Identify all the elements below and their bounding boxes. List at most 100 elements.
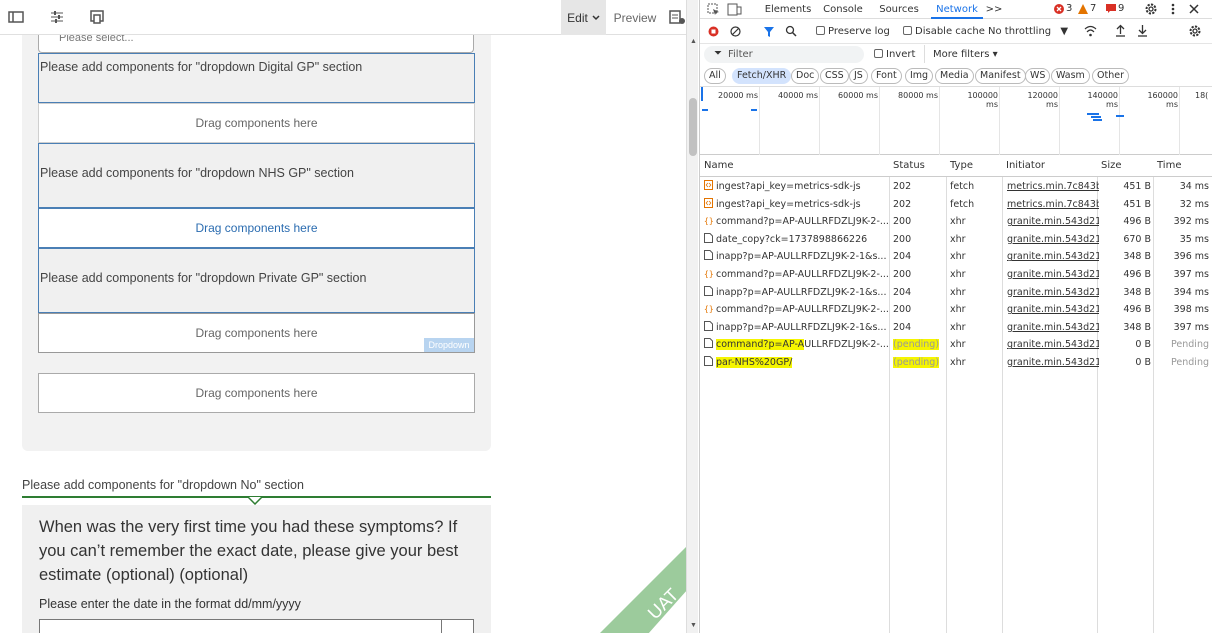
request-initiator[interactable]: granite.min.543d214: [1007, 213, 1099, 231]
filter-funnel-small-icon: ⏷: [714, 48, 722, 59]
request-initiator[interactable]: granite.min.543d214: [1007, 266, 1099, 284]
invert-toggle[interactable]: Invert: [874, 49, 915, 60]
filter-media[interactable]: Media: [935, 68, 974, 84]
table-row[interactable]: ingest?api_key=metrics-sdk-js 202 fetch met…: [700, 196, 1212, 214]
section-heading-private-gp[interactable]: Please add components for "dropdown Priv…: [38, 248, 475, 313]
filter-input[interactable]: ⏷ Filter: [704, 46, 864, 63]
tab-console[interactable]: Console: [818, 0, 868, 19]
filter-wasm[interactable]: Wasm: [1051, 68, 1090, 84]
tab-network[interactable]: Network: [931, 0, 983, 19]
clear-icon[interactable]: [730, 26, 741, 37]
scrollbar-thumb[interactable]: [689, 98, 697, 156]
section-heading-digital-gp[interactable]: Please add components for "dropdown Digi…: [38, 53, 475, 103]
properties-panel-icon[interactable]: [668, 8, 686, 26]
tab-elements[interactable]: Elements: [760, 0, 816, 19]
tab-sources[interactable]: Sources: [875, 0, 923, 19]
table-row[interactable]: {} command?p=AP-AULLRFDZLJ9K-2-... 200 xhr g…: [700, 301, 1212, 319]
column-header-time[interactable]: Time: [1153, 155, 1181, 177]
request-initiator[interactable]: granite.min.543d214: [1007, 231, 1099, 249]
date-question-card[interactable]: When was the very first time you had the…: [22, 505, 491, 633]
fetch-request-icon: [704, 197, 713, 208]
filter-funnel-icon[interactable]: [763, 26, 775, 38]
drop-zone-nhs-gp[interactable]: Drag components here: [38, 208, 475, 248]
table-row[interactable]: date_copy?ck=1737898866226 200 xhr granite.…: [700, 231, 1212, 249]
table-row[interactable]: inapp?p=AP-AULLRFDZLJ9K-2-1&s... 204 xhr gr…: [700, 319, 1212, 337]
close-icon[interactable]: [1189, 4, 1199, 14]
request-status: 200: [893, 304, 912, 316]
date-picker-button[interactable]: [441, 619, 474, 633]
filter-other[interactable]: Other: [1092, 68, 1129, 84]
drop-zone-digital-gp[interactable]: Drag components here: [38, 103, 475, 143]
request-initiator[interactable]: metrics.min.7c843ba: [1007, 178, 1099, 196]
column-header-size[interactable]: Size: [1097, 155, 1122, 177]
more-tabs-button[interactable]: >>: [985, 0, 1003, 19]
disable-cache-toggle[interactable]: Disable cache: [903, 26, 985, 37]
network-overview-timeline[interactable]: 20000 ms 40000 ms 60000 ms 80000 ms 1000…: [700, 87, 1212, 155]
column-header-name[interactable]: Name: [700, 155, 734, 177]
preserve-log-checkbox[interactable]: [816, 26, 825, 35]
table-row[interactable]: {} command?p=AP-AULLRFDZLJ9K-2-... 200 xhr g…: [700, 213, 1212, 231]
filter-doc[interactable]: Doc: [791, 68, 820, 84]
table-row[interactable]: inapp?p=AP-AULLRFDZLJ9K-2-1&s... 204 xhr gr…: [700, 248, 1212, 266]
table-row[interactable]: ingest?api_key=metrics-sdk-js 202 fetch met…: [700, 178, 1212, 196]
settings-sliders-icon[interactable]: [48, 8, 66, 26]
scroll-up-icon[interactable]: ▲: [690, 38, 697, 45]
search-icon[interactable]: [785, 25, 797, 37]
preserve-log-toggle[interactable]: Preserve log: [816, 26, 890, 37]
timeline-start-marker: [701, 87, 703, 101]
drop-zone-private-gp[interactable]: Drag components here Dropdown: [38, 313, 475, 353]
more-filters-button[interactable]: More filters ▾: [933, 49, 998, 60]
network-conditions-icon[interactable]: [1084, 25, 1097, 37]
request-initiator[interactable]: granite.min.543d214: [1007, 284, 1099, 302]
filter-ws[interactable]: WS: [1025, 68, 1051, 84]
table-row[interactable]: par-NHS%20GP/ (pending) xhr granite.min.543…: [700, 354, 1212, 372]
section-heading-nhs-gp[interactable]: Please add components for "dropdown NHS …: [38, 143, 475, 208]
page-scrollbar[interactable]: ▲ ▼: [686, 0, 698, 633]
settings-gear-icon[interactable]: [1144, 2, 1158, 16]
warning-count-badge[interactable]: 7: [1078, 3, 1096, 14]
copy-window-icon[interactable]: [88, 8, 106, 26]
filter-fetch-xhr[interactable]: Fetch/XHR: [732, 68, 792, 84]
request-initiator[interactable]: granite.min.543d214: [1007, 301, 1099, 319]
section-heading-no[interactable]: Please add components for "dropdown No" …: [22, 478, 491, 498]
filter-font[interactable]: Font: [871, 68, 902, 84]
request-initiator[interactable]: metrics.min.7c843ba: [1007, 196, 1099, 214]
invert-checkbox[interactable]: [874, 49, 883, 58]
drop-zone-outer[interactable]: Drag components here: [38, 373, 475, 413]
disable-cache-checkbox[interactable]: [903, 26, 912, 35]
import-har-icon[interactable]: [1115, 24, 1126, 37]
filter-img[interactable]: Img: [905, 68, 934, 84]
network-settings-icon[interactable]: [1188, 24, 1202, 38]
edit-mode-button[interactable]: Edit: [561, 0, 606, 35]
table-row[interactable]: command?p=AP-AULLRFDZLJ9K-2-... (pending)…: [700, 336, 1212, 354]
request-size: 0 B: [1135, 339, 1151, 351]
request-initiator[interactable]: granite.min.543d214: [1007, 248, 1099, 266]
request-initiator[interactable]: granite.min.543d214: [1007, 354, 1099, 372]
request-name: inapp?p=AP-AULLRFDZLJ9K-2-1&s...: [704, 319, 890, 337]
filter-js[interactable]: JS: [849, 68, 868, 84]
export-har-icon[interactable]: [1137, 24, 1148, 37]
preview-button[interactable]: Preview: [610, 0, 660, 35]
filter-manifest[interactable]: Manifest: [975, 68, 1026, 84]
record-stop-icon[interactable]: [708, 26, 719, 37]
filter-all[interactable]: All: [704, 68, 726, 84]
throttling-select[interactable]: No throttling ▼: [988, 26, 1068, 37]
column-header-type[interactable]: Type: [946, 155, 973, 177]
device-toolbar-icon[interactable]: [727, 3, 742, 16]
dropdown-select[interactable]: Please select...: [38, 35, 474, 53]
column-header-initiator[interactable]: Initiator: [1002, 155, 1045, 177]
table-row[interactable]: inapp?p=AP-AULLRFDZLJ9K-2-1&s... 204 xhr gr…: [700, 284, 1212, 302]
request-size: 348 B: [1123, 251, 1151, 263]
scroll-down-icon[interactable]: ▼: [690, 622, 697, 629]
request-initiator[interactable]: granite.min.543d214: [1007, 319, 1099, 337]
more-options-icon[interactable]: [1170, 2, 1176, 16]
issues-count-badge[interactable]: 9: [1106, 3, 1124, 14]
filter-css[interactable]: CSS: [820, 68, 849, 84]
table-row[interactable]: {} command?p=AP-AULLRFDZLJ9K-2-... 200 xhr g…: [700, 266, 1212, 284]
error-count-badge[interactable]: 3: [1054, 3, 1072, 14]
inspect-element-icon[interactable]: [707, 3, 720, 16]
date-input[interactable]: [39, 619, 442, 633]
sidebar-toggle-icon[interactable]: [7, 8, 25, 26]
column-header-status[interactable]: Status: [889, 155, 925, 177]
request-initiator[interactable]: granite.min.543d214: [1007, 336, 1099, 354]
